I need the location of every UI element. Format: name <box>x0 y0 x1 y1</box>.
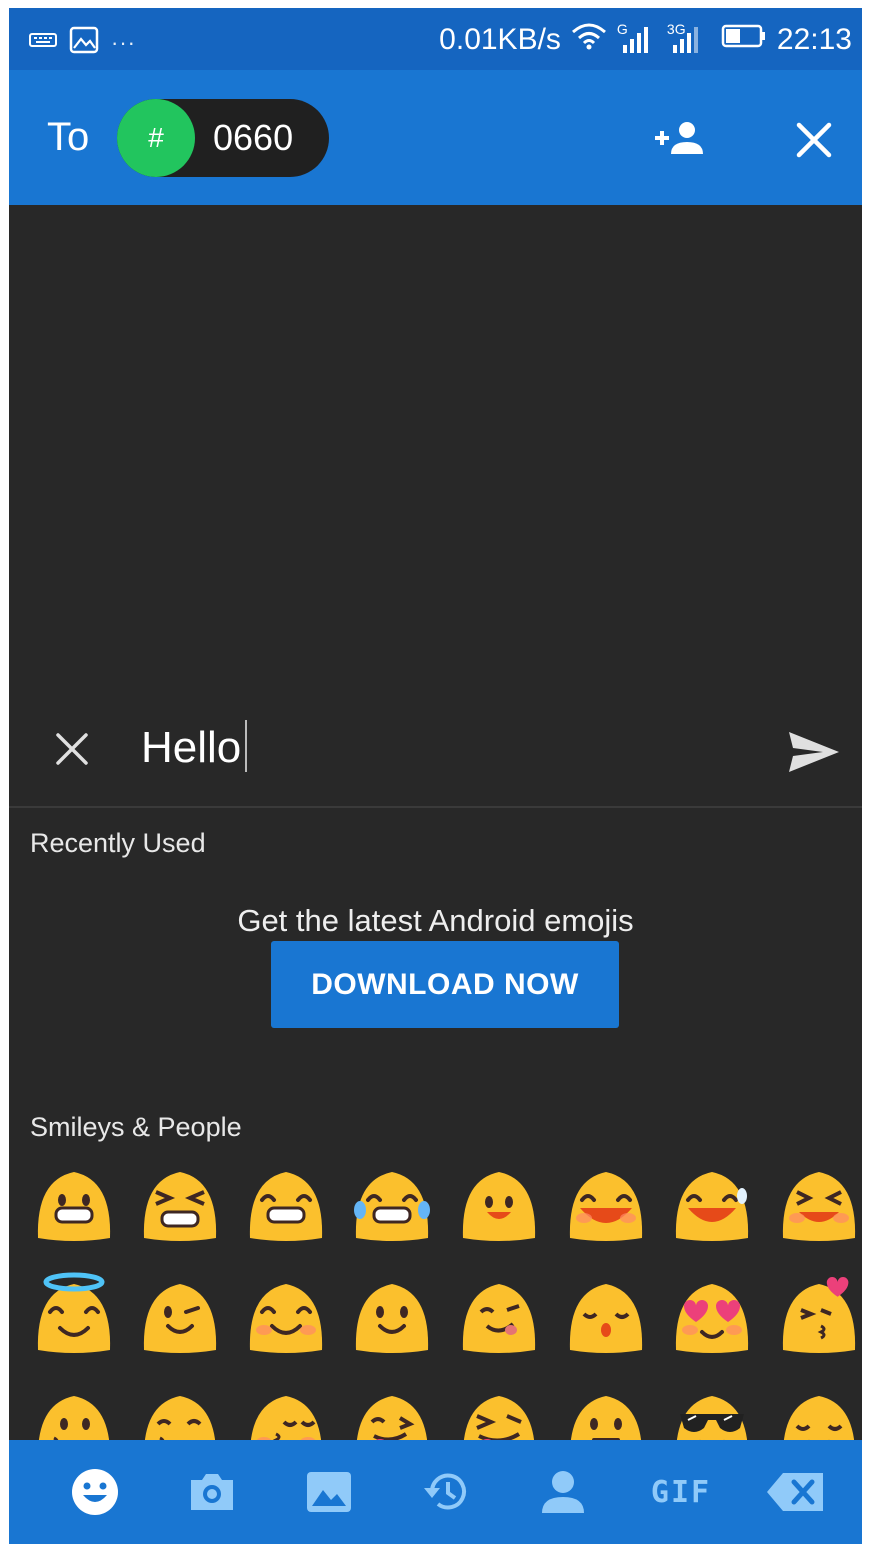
app-screen: ··· 0.01KB/s G 3G 22:13 To # 0660 Hello … <box>9 8 862 1544</box>
grinning-sweat-face-icon <box>675 1172 749 1241</box>
image-notification-icon <box>69 26 99 59</box>
download-now-button[interactable]: DOWNLOAD NOW <box>271 941 619 1028</box>
wifi-icon <box>571 22 607 58</box>
camera-icon <box>191 1474 233 1510</box>
clear-input-button[interactable] <box>47 724 97 774</box>
heart-eyes-face-icon <box>675 1284 749 1353</box>
backspace-icon <box>767 1473 823 1511</box>
emoji-kissing-closed-eyes-face[interactable] <box>564 1272 648 1356</box>
emoji-grinning-sweat-face[interactable] <box>670 1160 754 1244</box>
overflow-indicator: ··· <box>111 29 136 55</box>
compose-divider <box>9 806 862 808</box>
smiling-eyes-face-icon <box>249 1284 323 1353</box>
tears-of-joy-face-icon <box>354 1172 430 1241</box>
person-icon <box>542 1471 584 1513</box>
face-savoring-food-icon <box>462 1284 536 1353</box>
emoji-category-bar: GIF <box>9 1440 862 1544</box>
message-input-text: Hello <box>141 723 242 772</box>
gif-tab[interactable]: GIF <box>649 1465 713 1519</box>
recipient-number: 0660 <box>213 117 294 158</box>
signal-sim2-icon: 3G <box>667 21 711 55</box>
clock: 22:13 <box>776 23 852 56</box>
gif-label: GIF <box>650 1474 712 1510</box>
smileys-people-title: Smileys & People <box>30 1112 242 1142</box>
message-thread-area <box>9 205 862 700</box>
emoji-winking-face[interactable] <box>138 1272 222 1356</box>
emoji-smiling-eyes-face[interactable] <box>244 1272 328 1356</box>
beaming-face-icon <box>249 1172 323 1241</box>
status-right: 0.01KB/s G 3G 22:13 <box>439 21 852 58</box>
send-icon <box>789 732 839 772</box>
to-label: To <box>47 115 90 159</box>
winking-face-icon <box>143 1284 217 1353</box>
emoji-face-savoring-food[interactable] <box>457 1272 541 1356</box>
backspace-tab[interactable] <box>764 1465 828 1519</box>
recent-tab[interactable] <box>419 1465 473 1519</box>
grinning-face-icon <box>37 1172 111 1241</box>
battery-icon <box>721 23 767 57</box>
gallery-tab[interactable] <box>302 1465 356 1519</box>
contact-tab[interactable] <box>536 1465 590 1519</box>
add-contact-button[interactable] <box>649 110 709 170</box>
network-speed: 0.01KB/s <box>439 23 561 56</box>
emoji-tab[interactable] <box>68 1465 122 1519</box>
message-input[interactable]: Hello <box>141 720 248 773</box>
kissing-closed-eyes-face-icon <box>569 1284 643 1353</box>
persevering-face-icon <box>143 1172 217 1241</box>
history-icon <box>424 1473 466 1510</box>
emoji-face-blowing-kiss[interactable] <box>777 1272 861 1356</box>
smiling-face-with-halo-icon <box>37 1272 111 1353</box>
emoji-smiling-face-with-halo[interactable] <box>32 1272 116 1356</box>
close-button[interactable] <box>784 110 844 170</box>
emoji-smiling-face[interactable] <box>457 1160 541 1244</box>
text-cursor <box>245 720 248 772</box>
close-icon <box>796 122 832 158</box>
emoji-grinning-face[interactable] <box>32 1160 116 1244</box>
emoji-slightly-smiling-face[interactable] <box>350 1272 434 1356</box>
face-blowing-kiss-icon <box>782 1277 856 1353</box>
keyboard-icon <box>29 31 57 54</box>
emoji-tears-of-joy-face[interactable] <box>350 1160 434 1244</box>
grinning-squinting-face-icon <box>569 1172 643 1241</box>
send-button[interactable] <box>784 722 844 782</box>
camera-tab[interactable] <box>185 1465 239 1519</box>
recipient-chip[interactable]: # 0660 <box>117 99 329 177</box>
smiley-icon <box>72 1469 118 1515</box>
recently-used-title: Recently Used <box>30 828 206 858</box>
emoji-squinting-laughing-face[interactable] <box>777 1160 861 1244</box>
slightly-smiling-face-icon <box>355 1284 429 1353</box>
image-icon <box>307 1472 351 1512</box>
clear-icon <box>56 733 88 765</box>
add-person-icon <box>655 122 703 154</box>
recipient-avatar: # <box>117 99 195 177</box>
signal-sim1-icon: G <box>617 21 657 55</box>
squinting-laughing-face-icon <box>782 1172 856 1241</box>
emoji-beaming-face[interactable] <box>244 1160 328 1244</box>
status-left: ··· <box>29 26 136 59</box>
emoji-grinning-squinting-face[interactable] <box>564 1160 648 1244</box>
compose-bar: Hello <box>9 700 862 806</box>
emoji-persevering-face[interactable] <box>138 1160 222 1244</box>
status-bar: ··· 0.01KB/s G 3G 22:13 <box>9 8 862 70</box>
smiling-face-icon <box>462 1172 536 1241</box>
emoji-promo-text: Get the latest Android emojis <box>237 903 634 938</box>
emoji-heart-eyes-face[interactable] <box>670 1272 754 1356</box>
recipient-header: To # 0660 <box>9 70 862 205</box>
